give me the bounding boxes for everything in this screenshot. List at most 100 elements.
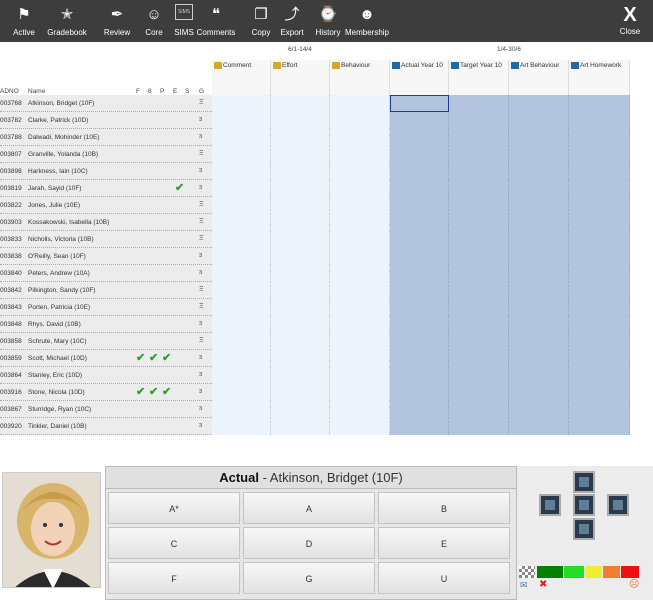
grade-cell[interactable] (212, 214, 271, 231)
grade-cell[interactable] (271, 350, 330, 367)
student-g-icon[interactable]: Ξ (199, 201, 204, 208)
grade-cell[interactable] (509, 384, 569, 401)
grade-cell[interactable] (271, 367, 330, 384)
nav-up-button[interactable] (573, 471, 595, 493)
column-header-6[interactable]: Art Homework (569, 60, 630, 96)
grade-cell[interactable] (212, 231, 271, 248)
grade-cell[interactable] (271, 231, 330, 248)
grade-cell[interactable] (212, 248, 271, 265)
grade-cell[interactable] (271, 163, 330, 180)
grade-cell[interactable] (509, 112, 569, 129)
grade-cell[interactable] (569, 418, 630, 435)
student-row[interactable]: 003840 Peters, Andrew (10A) ɜ (0, 265, 630, 282)
grade-cell[interactable] (569, 214, 630, 231)
toolbar-review-button[interactable]: ✒ Review (97, 0, 137, 42)
grade-cell[interactable] (212, 350, 271, 367)
student-row[interactable]: 003903 Kossakowski, Isabella (10B) Ξ (0, 214, 630, 231)
student-g-icon[interactable]: ɜ (199, 167, 202, 174)
grade-cell[interactable] (449, 350, 509, 367)
grade-cell[interactable] (390, 197, 449, 214)
student-name[interactable]: Jarah, Sayid (10F) (28, 185, 138, 192)
column-header-4[interactable]: Target Year 10 (449, 60, 509, 96)
grade-cell[interactable] (449, 265, 509, 282)
grade-cell[interactable] (330, 350, 390, 367)
grade-cell[interactable] (449, 418, 509, 435)
grade-cell[interactable] (212, 299, 271, 316)
grade-cell[interactable] (212, 112, 271, 129)
student-row[interactable]: 003822 Jones, Julie (10E) Ξ (0, 197, 630, 214)
grade-cell[interactable] (509, 95, 569, 112)
toolbar-active-button[interactable]: ⚑ Active (4, 0, 44, 42)
grade-cell[interactable] (449, 112, 509, 129)
student-g-icon[interactable]: Ξ (199, 286, 204, 293)
grade-button-3[interactable]: C (108, 527, 240, 559)
grade-cell[interactable] (509, 299, 569, 316)
grade-cell[interactable] (569, 231, 630, 248)
grade-cell[interactable] (509, 197, 569, 214)
toolbar-membership-button[interactable]: ☻ Membership (344, 0, 390, 42)
grade-cell[interactable] (449, 129, 509, 146)
grade-cell[interactable] (330, 112, 390, 129)
grade-cell[interactable] (271, 401, 330, 418)
grade-cell[interactable] (569, 180, 630, 197)
grade-cell[interactable] (330, 282, 390, 299)
student-name[interactable]: Dalwadi, Mohinder (10E) (28, 134, 138, 141)
grade-cell[interactable] (390, 214, 449, 231)
student-row[interactable]: 003782 Clarke, Patrick (10D) ɜ (0, 112, 630, 129)
student-name[interactable]: Kossakowski, Isabella (10B) (28, 219, 138, 226)
student-row[interactable]: 003858 Schrute, Mary (10C) Ξ (0, 333, 630, 350)
student-name[interactable]: Peters, Andrew (10A) (28, 270, 138, 277)
student-g-icon[interactable]: Ξ (199, 303, 204, 310)
student-g-icon[interactable]: Ξ (199, 150, 204, 157)
grade-cell[interactable] (390, 350, 449, 367)
student-g-icon[interactable]: ɜ (199, 133, 202, 140)
grade-cell[interactable] (509, 282, 569, 299)
grade-cell[interactable] (271, 282, 330, 299)
student-row[interactable]: 003833 Nicholls, Victoria (10B) Ξ (0, 231, 630, 248)
student-g-icon[interactable]: Ξ (199, 218, 204, 225)
student-g-icon[interactable]: ɜ (199, 116, 202, 123)
grade-cell[interactable] (509, 401, 569, 418)
student-g-icon[interactable]: Ξ (199, 337, 204, 344)
grade-cell[interactable] (330, 316, 390, 333)
student-row[interactable]: 003788 Dalwadi, Mohinder (10E) ɜ (0, 129, 630, 146)
grade-cell[interactable] (330, 146, 390, 163)
student-row[interactable]: 003842 Pilkington, Sandy (10F) Ξ (0, 282, 630, 299)
grade-cell[interactable] (569, 129, 630, 146)
grade-cell[interactable] (330, 180, 390, 197)
grade-cell[interactable] (212, 163, 271, 180)
checker-swatch[interactable] (519, 566, 535, 578)
grade-cell[interactable] (569, 112, 630, 129)
student-row[interactable]: 003819 Jarah, Sayid (10F) ✔ ɜ (0, 180, 630, 197)
grade-cell[interactable] (271, 112, 330, 129)
grade-cell[interactable] (390, 231, 449, 248)
column-header-0[interactable]: Comment (212, 60, 271, 96)
student-row[interactable]: 003768 Atkinson, Bridget (10F) Ξ (0, 95, 630, 112)
grade-button-4[interactable]: D (243, 527, 375, 559)
grade-cell[interactable] (212, 367, 271, 384)
grade-cell[interactable] (330, 95, 390, 112)
student-row[interactable]: 003864 Stanley, Eric (10D) ɜ (0, 367, 630, 384)
grade-cell[interactable] (390, 282, 449, 299)
grade-cell[interactable] (330, 299, 390, 316)
grade-cell[interactable] (212, 316, 271, 333)
grade-cell[interactable] (390, 333, 449, 350)
student-row[interactable]: 003843 Porten, Patricia (10E) Ξ (0, 299, 630, 316)
grade-cell[interactable] (390, 180, 449, 197)
grade-cell[interactable] (271, 129, 330, 146)
grade-button-8[interactable]: U (378, 562, 510, 594)
grade-cell[interactable] (212, 333, 271, 350)
nav-right-button[interactable] (607, 494, 629, 516)
grade-cell[interactable] (509, 333, 569, 350)
grade-cell[interactable] (390, 163, 449, 180)
student-g-icon[interactable]: Ξ (199, 235, 204, 242)
student-row[interactable]: 003898 Harkness, Iain (10C) ɜ (0, 163, 630, 180)
grade-cell[interactable] (330, 163, 390, 180)
grade-cell[interactable] (509, 367, 569, 384)
student-g-icon[interactable]: ɜ (199, 184, 202, 191)
grade-cell[interactable] (449, 384, 509, 401)
grade-cell[interactable] (509, 180, 569, 197)
student-name[interactable]: Stanley, Eric (10D) (28, 372, 138, 379)
grade-cell[interactable] (449, 282, 509, 299)
grade-cell[interactable] (569, 163, 630, 180)
